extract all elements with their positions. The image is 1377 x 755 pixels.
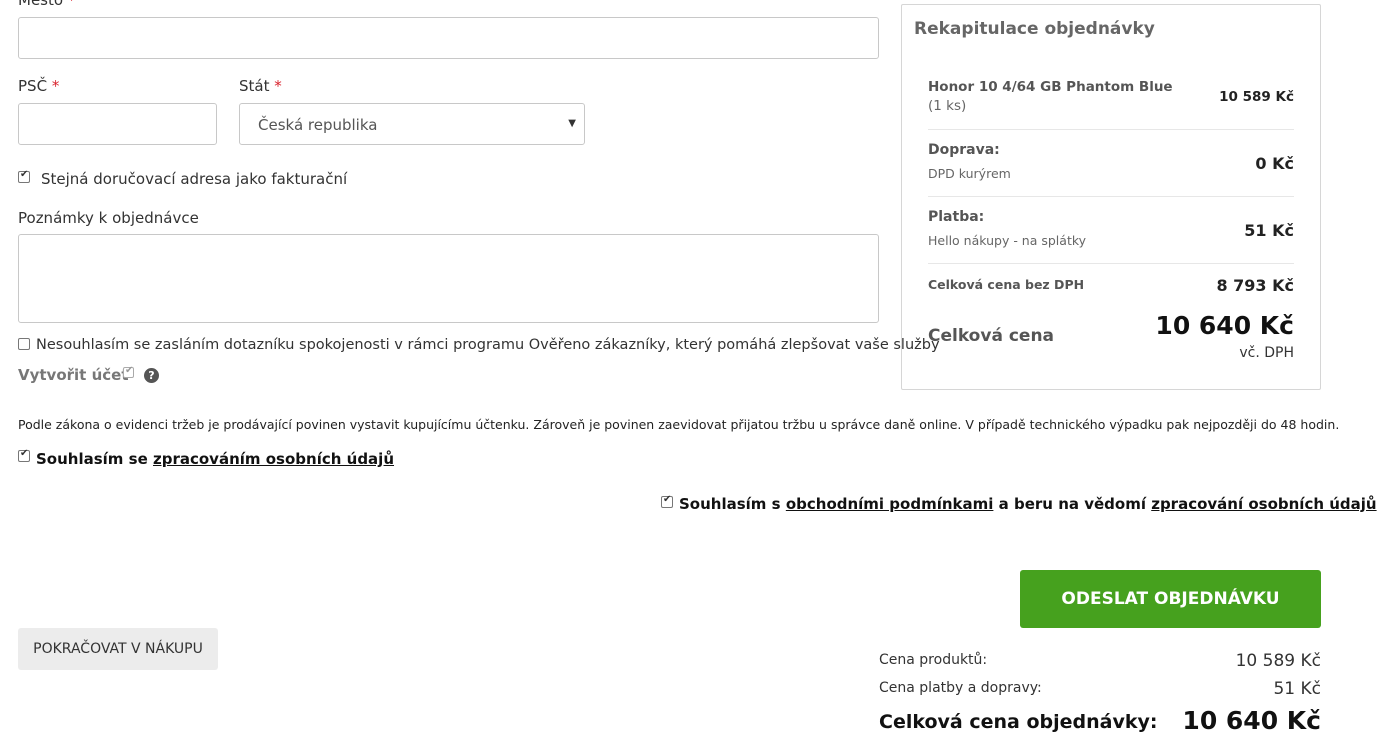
terms-label: Souhlasím s obchodními podmínkami a beru… [679, 495, 1377, 513]
consent-checkbox[interactable] [18, 448, 30, 462]
eet-notice: Podle zákona o evidenci tržeb je prodáva… [18, 417, 1340, 432]
personal-data-link[interactable]: zpracováním osobních údajů [153, 450, 394, 468]
products-total-value: 10 589 Kč [1235, 651, 1321, 671]
payment-label: Platba: [928, 209, 985, 225]
order-total-label: Celková cena objednávky: [879, 711, 1158, 733]
summary-net-row: Celková cena bez DPH 8 793 Kč [928, 276, 1294, 295]
country-select-value: Česká republika [258, 116, 378, 134]
shipping-price: 0 Kč [1255, 154, 1294, 173]
consent-label: Souhlasím se zpracováním osobních údajů [36, 450, 394, 468]
zip-label: PSČ * [18, 77, 59, 95]
terms-checkbox[interactable] [661, 494, 673, 508]
separator [928, 129, 1294, 130]
survey-optout-label: Nesouhlasím se zasláním dotazníku spokoj… [36, 337, 940, 353]
same-address-label: Stejná doručovací adresa jako fakturační [41, 170, 348, 188]
chevron-down-icon: ▼ [568, 118, 576, 129]
total-price: 10 640 Kč [1155, 311, 1294, 340]
survey-optout-checkbox[interactable] [18, 338, 30, 350]
summary-product-row: Honor 10 4/64 GB Phantom Blue (1 ks) 10 … [928, 79, 1294, 114]
separator [928, 263, 1294, 264]
vat-note: vč. DPH [1239, 345, 1294, 361]
zip-input[interactable] [18, 103, 217, 145]
country-select[interactable]: Česká republika ▼ [239, 103, 585, 145]
create-account-label: Vytvořit účet [18, 366, 129, 384]
shipping-payment-label: Cena platby a dopravy: [879, 680, 1042, 696]
total-label: Celková cena [928, 326, 1055, 346]
summary-shipping-row: Doprava: DPD kurýrem 0 Kč [928, 142, 1294, 181]
help-icon[interactable]: ? [144, 368, 159, 383]
products-total-label: Cena produktů: [879, 652, 988, 668]
terms-middle: a beru na vědomí [998, 495, 1146, 513]
city-input[interactable] [18, 17, 879, 59]
terms-prefix: Souhlasím s [679, 495, 781, 513]
shipping-payment-value: 51 Kč [1273, 679, 1321, 699]
payment-method: Hello nákupy - na splátky [928, 233, 1087, 248]
product-price: 10 589 Kč [1219, 89, 1294, 105]
payment-price: 51 Kč [1244, 221, 1294, 240]
required-mark: * [274, 77, 282, 95]
separator [928, 196, 1294, 197]
country-label: Stát * [239, 77, 282, 95]
notes-label: Poznámky k objednávce [18, 209, 199, 227]
city-label: Město * [18, 0, 75, 9]
shipping-label: Doprava: [928, 142, 1000, 158]
shipping-method: DPD kurýrem [928, 166, 1011, 181]
create-account-checkbox[interactable] [123, 365, 134, 378]
consent-prefix: Souhlasím se [36, 450, 148, 468]
order-total-value: 10 640 Kč [1182, 706, 1321, 735]
terms-link[interactable]: obchodními podmínkami [786, 495, 994, 513]
country-label-text: Stát [239, 77, 270, 95]
notes-textarea[interactable] [18, 234, 879, 323]
order-summary: Rekapitulace objednávky Honor 10 4/64 GB… [901, 4, 1321, 390]
city-label-text: Město [18, 0, 64, 9]
same-address-checkbox[interactable] [18, 169, 30, 183]
submit-order-button[interactable]: ODESLAT OBJEDNÁVKU [1020, 570, 1321, 628]
zip-label-text: PSČ [18, 77, 48, 95]
summary-payment-row: Platba: Hello nákupy - na splátky 51 Kč [928, 209, 1294, 248]
continue-shopping-button[interactable]: POKRAČOVAT V NÁKUPU [18, 628, 218, 670]
required-mark: * [67, 0, 76, 9]
net-price: 8 793 Kč [1216, 276, 1294, 295]
personal-data-processing-link[interactable]: zpracování osobních údajů [1151, 495, 1376, 513]
required-mark: * [51, 77, 60, 95]
summary-title: Rekapitulace objednávky [914, 19, 1155, 39]
